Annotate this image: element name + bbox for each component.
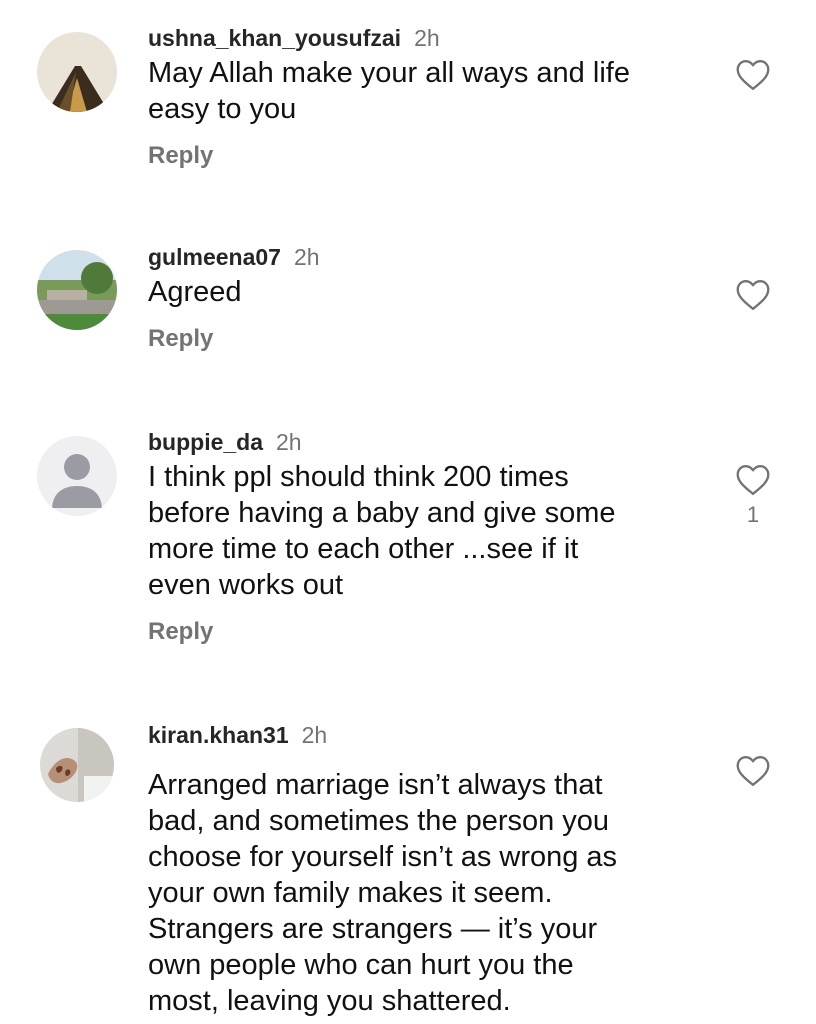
reply-button[interactable]: Reply	[148, 618, 213, 646]
timestamp: 2h	[276, 429, 302, 455]
comment-text: Arranged marriage isn’t always that bad,…	[148, 769, 618, 1017]
comment-text: I think ppl should think 200 times befor…	[148, 461, 616, 601]
like-button[interactable]	[733, 755, 773, 787]
username[interactable]: buppie_da	[148, 426, 263, 458]
like-button[interactable]	[733, 279, 773, 311]
avatar[interactable]	[40, 728, 114, 802]
reply-button[interactable]: Reply	[148, 325, 213, 353]
avatar[interactable]	[37, 32, 117, 112]
reply-button[interactable]: Reply	[148, 142, 213, 170]
heart-outline-icon	[736, 465, 770, 495]
like-count: 1	[746, 502, 760, 527]
comment-text: May Allah make your all ways and life ea…	[148, 57, 630, 125]
username[interactable]: kiran.khan31	[148, 719, 289, 751]
avatar-image	[37, 32, 117, 112]
heart-outline-icon	[736, 60, 770, 90]
avatar-image	[40, 728, 114, 802]
timestamp: 2h	[414, 25, 440, 51]
avatar-image	[37, 250, 117, 330]
username[interactable]: gulmeena07	[148, 241, 281, 273]
person-silhouette-icon	[37, 436, 117, 516]
like-button[interactable]	[733, 59, 773, 91]
heart-outline-icon	[736, 756, 770, 786]
like-button[interactable]: 1	[733, 464, 773, 528]
username[interactable]: ushna_khan_yousufzai	[148, 22, 401, 54]
heart-outline-icon	[736, 280, 770, 310]
comment-text: Agreed	[148, 276, 242, 308]
avatar[interactable]	[37, 436, 117, 516]
timestamp: 2h	[293, 244, 320, 270]
timestamp: 2h	[301, 722, 328, 748]
avatar[interactable]	[37, 250, 117, 330]
